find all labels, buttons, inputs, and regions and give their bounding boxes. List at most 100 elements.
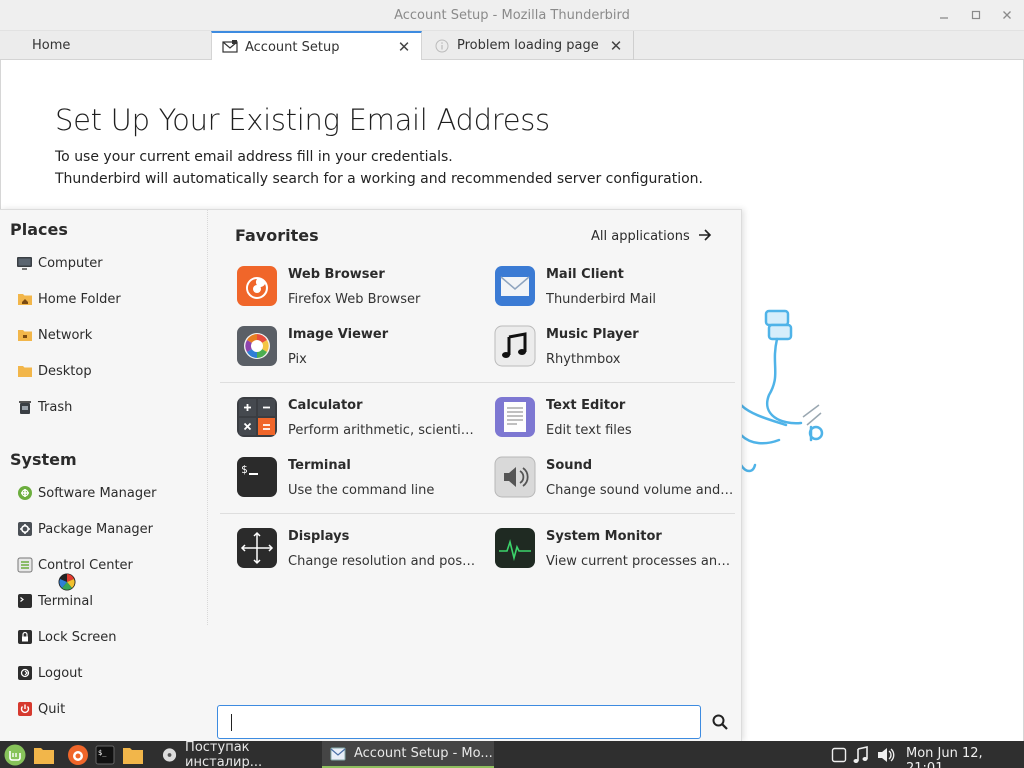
tab-account-setup[interactable]: Account Setup ✕ [211, 31, 422, 61]
firefox-icon [237, 266, 277, 306]
system-item-quit[interactable]: Quit [10, 697, 200, 721]
app-web-browser[interactable]: Web Browser Firefox Web Browser [236, 261, 486, 313]
mint-menu-button[interactable] [3, 743, 27, 766]
places-item-label: Network [38, 327, 93, 343]
setup-illustration [741, 309, 824, 473]
system-item-label: Terminal [38, 593, 93, 609]
music-note-icon [853, 745, 868, 763]
launcher-firefox[interactable] [67, 743, 89, 766]
menu-search-input[interactable] [217, 705, 701, 739]
taskbar-window-installer[interactable]: Поступак инсталир... [154, 739, 322, 768]
app-mail-client[interactable]: Mail Client Thunderbird Mail [494, 261, 744, 313]
text-caret [231, 714, 232, 731]
search-icon[interactable] [711, 713, 729, 731]
app-description: Edit text files [546, 423, 632, 438]
system-item-label: Control Center [38, 557, 133, 573]
minimize-icon[interactable] [936, 7, 952, 23]
control-center-icon [16, 557, 33, 574]
app-name: Mail Client [546, 267, 624, 282]
folder-icon [123, 747, 143, 764]
tab-problem-loading[interactable]: Problem loading page ✕ [424, 31, 634, 60]
menu-left-column: Places Computer Home Folder Network Desk… [0, 210, 207, 742]
tray-volume[interactable] [876, 743, 896, 766]
tab-label: Home [32, 38, 71, 53]
system-item-software-manager[interactable]: Software Manager [10, 481, 200, 505]
app-terminal[interactable]: $ Terminal Use the command line [236, 452, 486, 504]
power-icon [16, 701, 33, 718]
trash-icon [16, 399, 33, 416]
app-description: Firefox Web Browser [288, 292, 421, 307]
tray-window-list[interactable] [831, 743, 847, 766]
system-item-lock-screen[interactable]: Lock Screen [10, 625, 200, 649]
app-system-monitor[interactable]: System Monitor View current processes an… [494, 523, 744, 575]
home-folder-icon [16, 291, 33, 308]
app-name: System Monitor [546, 529, 662, 544]
taskbar-window-label: Account Setup - Mo... [354, 746, 493, 761]
calculator-icon [237, 397, 277, 437]
system-item-label: Package Manager [38, 521, 154, 537]
launcher-files[interactable] [33, 743, 55, 766]
app-name: Web Browser [288, 267, 385, 282]
app-description: Pix [288, 352, 307, 367]
system-item-logout[interactable]: Logout [10, 661, 200, 685]
all-applications-label: All applications [591, 228, 690, 244]
places-item-label: Trash [38, 399, 73, 415]
taskbar: $_ Поступак инсталир... Account Setup - … [0, 739, 1024, 768]
places-title: Places [10, 220, 68, 239]
app-description: Perform arithmetic, scientific or financ… [288, 423, 478, 438]
terminal-small-icon [16, 593, 33, 610]
close-tab-icon[interactable]: ✕ [609, 37, 623, 55]
favorites-separator [220, 513, 735, 514]
system-item-package-manager[interactable]: Package Manager [10, 517, 200, 541]
maximize-icon[interactable] [968, 7, 984, 23]
page-description-line-2: Thunderbird will automatically search fo… [55, 171, 703, 187]
app-name: Music Player [546, 327, 639, 342]
terminal-icon: $_ [95, 745, 115, 764]
close-tab-icon[interactable]: ✕ [397, 38, 411, 56]
image-viewer-icon [237, 326, 277, 366]
firefox-icon [68, 744, 88, 765]
launcher-terminal[interactable]: $_ [95, 743, 115, 766]
places-item-label: Computer [38, 255, 103, 271]
all-applications-button[interactable]: All applications [591, 227, 712, 245]
tab-home[interactable]: Home [0, 31, 211, 60]
text-editor-icon [495, 397, 535, 437]
places-item-home-folder[interactable]: Home Folder [10, 287, 200, 311]
app-music-player[interactable]: Music Player Rhythmbox [494, 321, 744, 373]
taskbar-window-label: Поступак инсталир... [185, 739, 263, 768]
info-icon [434, 38, 450, 54]
places-item-trash[interactable]: Trash [10, 395, 200, 419]
launcher-folder[interactable] [122, 743, 144, 766]
system-item-control-center[interactable]: Control Center [10, 553, 200, 577]
app-sound[interactable]: Sound Change sound volume and sound even… [494, 452, 744, 504]
lock-icon [16, 629, 33, 646]
app-text-editor[interactable]: Text Editor Edit text files [494, 392, 744, 444]
software-manager-icon [16, 485, 33, 502]
app-calculator[interactable]: Calculator Perform arithmetic, scientifi… [236, 392, 486, 444]
close-icon[interactable] [999, 7, 1015, 23]
favorites-separator [220, 382, 735, 383]
places-item-label: Home Folder [38, 291, 121, 307]
app-name: Calculator [288, 398, 363, 413]
svg-text:$_: $_ [98, 749, 107, 757]
app-displays[interactable]: Displays Change resolution and position … [236, 523, 486, 575]
clock[interactable]: Mon Jun 12, 21:01 [906, 746, 1024, 768]
volume-icon [878, 747, 895, 762]
app-image-viewer[interactable]: Image Viewer Pix [236, 321, 486, 373]
places-item-desktop[interactable]: Desktop [10, 359, 200, 383]
tray-music[interactable] [853, 743, 869, 766]
taskbar-window-thunderbird[interactable]: Account Setup - Mo... [322, 741, 494, 768]
system-item-terminal[interactable]: Terminal [10, 589, 200, 613]
window-title: Account Setup - Mozilla Thunderbird [394, 8, 630, 23]
tab-label: Problem loading page [457, 38, 599, 53]
package-manager-icon [16, 521, 33, 538]
title-bar: Account Setup - Mozilla Thunderbird [0, 0, 1024, 31]
monitor-icon [16, 255, 33, 272]
desktop-folder-icon [16, 363, 33, 380]
tab-label: Account Setup [245, 39, 340, 55]
places-item-network[interactable]: Network [10, 323, 200, 347]
mint-logo-icon [4, 744, 26, 765]
window-list-icon [831, 747, 847, 762]
places-item-computer[interactable]: Computer [10, 251, 200, 275]
column-divider [207, 210, 208, 625]
